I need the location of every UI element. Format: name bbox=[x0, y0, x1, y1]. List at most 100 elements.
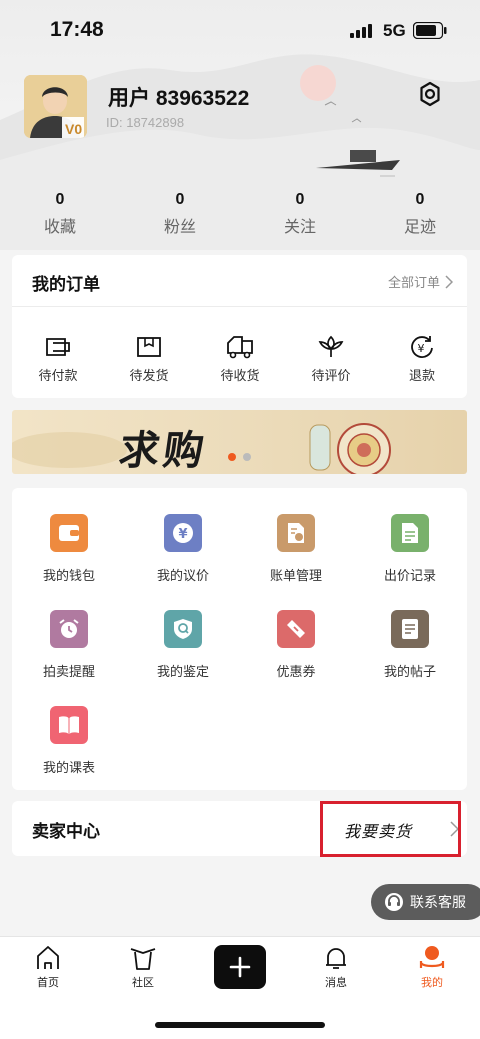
tab-label: 社区 bbox=[132, 976, 154, 989]
alarm-icon bbox=[59, 619, 79, 638]
username: 用户 83963522 bbox=[108, 87, 250, 110]
orders-header: 我的订单 全部订单 bbox=[12, 255, 467, 307]
service-label: 我的课表 bbox=[42, 761, 95, 776]
tab-home[interactable]: 首页 bbox=[18, 945, 78, 990]
service-my-appraisal[interactable]: 我的鉴定 bbox=[128, 610, 238, 680]
status-bar: 17:48 5G bbox=[0, 0, 480, 64]
order-label: 待收货 bbox=[220, 369, 260, 384]
book-icon bbox=[59, 716, 79, 734]
service-icon-bg bbox=[391, 610, 429, 648]
service-label: 账单管理 bbox=[269, 569, 322, 584]
banner-title: 求购 bbox=[116, 427, 211, 474]
order-label: 待付款 bbox=[38, 369, 78, 384]
stat-label: 粉丝 bbox=[163, 217, 196, 236]
order-pending-review[interactable]: 待评价 bbox=[295, 335, 367, 384]
stat-favorites[interactable]: 0 收藏 bbox=[20, 190, 100, 238]
order-label: 退款 bbox=[408, 369, 435, 384]
stat-label: 收藏 bbox=[43, 217, 76, 236]
flower-icon bbox=[318, 335, 344, 357]
order-pending-receipt[interactable]: 待收货 bbox=[204, 335, 276, 384]
chevron-right-icon bbox=[445, 274, 453, 289]
service-coupons[interactable]: 优惠券 bbox=[241, 610, 351, 680]
box-icon bbox=[137, 337, 161, 357]
home-icon bbox=[37, 946, 59, 969]
customer-service-button[interactable]: 联系客服 bbox=[371, 884, 480, 920]
service-icon-bg bbox=[391, 514, 429, 552]
status-time: 17:48 bbox=[50, 18, 104, 41]
stat-value: 0 bbox=[415, 191, 425, 208]
stat-fans[interactable]: 0 粉丝 bbox=[140, 190, 220, 238]
home-indicator bbox=[155, 1022, 325, 1028]
service-my-bargain[interactable]: ¥ 我的议价 bbox=[128, 514, 238, 584]
service-icon-bg bbox=[164, 610, 202, 648]
service-bill-management[interactable]: 账单管理 bbox=[241, 514, 351, 584]
service-label: 我的钱包 bbox=[42, 569, 95, 584]
stat-footprint[interactable]: 0 足迹 bbox=[380, 190, 460, 238]
promo-banner[interactable]: 求购 bbox=[12, 410, 467, 474]
stat-following[interactable]: 0 关注 bbox=[260, 190, 340, 238]
service-auction-reminder[interactable]: 拍卖提醒 bbox=[14, 610, 124, 680]
service-icon-bg: ¥ bbox=[164, 514, 202, 552]
services-card: 我的钱包 ¥ 我的议价 账单管理 出价记录 拍卖提醒 我的鉴定 优惠券 我的帖子… bbox=[12, 488, 467, 790]
service-bid-records[interactable]: 出价记录 bbox=[355, 514, 465, 584]
truck-icon bbox=[227, 336, 253, 359]
service-label: 我的议价 bbox=[156, 569, 209, 584]
publish-button[interactable] bbox=[214, 945, 266, 989]
tab-profile[interactable]: 我的 bbox=[402, 945, 462, 990]
service-my-wallet[interactable]: 我的钱包 bbox=[14, 514, 124, 584]
battery-icon bbox=[413, 22, 447, 39]
seller-center-title: 卖家中心 bbox=[32, 822, 100, 842]
bell-icon bbox=[326, 948, 346, 969]
network-label: 5G bbox=[383, 21, 406, 40]
tab-label: 消息 bbox=[325, 976, 347, 989]
order-pending-payment[interactable]: 待付款 bbox=[22, 335, 94, 384]
bill-icon bbox=[288, 523, 304, 543]
community-icon bbox=[130, 948, 156, 970]
service-my-schedule[interactable]: 我的课表 bbox=[14, 706, 124, 776]
service-label: 我的鉴定 bbox=[156, 665, 209, 680]
stat-label: 关注 bbox=[283, 217, 316, 236]
svg-text:¥: ¥ bbox=[179, 527, 188, 542]
service-label: 我的帖子 bbox=[383, 665, 436, 680]
customer-service-label: 联系客服 bbox=[410, 895, 466, 911]
plus-icon bbox=[229, 956, 251, 978]
orders-card: 我的订单 全部订单 待付款 待发货 待收货 待评价 ¥ 退款 bbox=[12, 255, 467, 398]
order-refund[interactable]: ¥ 退款 bbox=[386, 335, 458, 384]
all-orders-label: 全部订单 bbox=[387, 276, 440, 291]
user-id: ID: 18742898 bbox=[106, 115, 185, 130]
avatar-badge: V0 bbox=[65, 121, 82, 137]
service-label: 出价记录 bbox=[383, 569, 436, 584]
refund-icon: ¥ bbox=[411, 336, 433, 358]
service-icon-bg bbox=[50, 706, 88, 744]
document-icon bbox=[402, 523, 418, 543]
stat-value: 0 bbox=[295, 191, 305, 208]
gear-icon[interactable] bbox=[416, 80, 444, 108]
banner-art bbox=[12, 423, 391, 474]
shield-search-icon bbox=[174, 619, 192, 639]
tab-community[interactable]: 社区 bbox=[113, 945, 173, 990]
stat-value: 0 bbox=[175, 191, 185, 208]
orders-title: 我的订单 bbox=[32, 275, 100, 295]
avatar-image: V0 bbox=[24, 75, 87, 138]
wallet-icon bbox=[46, 338, 70, 356]
order-label: 待发货 bbox=[129, 369, 169, 384]
tab-messages[interactable]: 消息 bbox=[306, 945, 366, 990]
sell-goods-highlight bbox=[320, 801, 461, 857]
order-label: 待评价 bbox=[311, 369, 351, 384]
wallet-icon bbox=[59, 525, 79, 541]
carousel-dot-active[interactable] bbox=[228, 453, 236, 461]
stat-value: 0 bbox=[55, 191, 65, 208]
service-icon-bg bbox=[50, 514, 88, 552]
stat-label: 足迹 bbox=[403, 217, 436, 236]
all-orders-link[interactable]: 全部订单 bbox=[388, 272, 453, 291]
order-pending-shipment[interactable]: 待发货 bbox=[113, 335, 185, 384]
profile-icon bbox=[419, 946, 445, 968]
avatar[interactable]: V0 bbox=[24, 75, 87, 138]
carousel-dot[interactable] bbox=[243, 453, 251, 461]
stats-row: 0 收藏 0 粉丝 0 关注 0 足迹 bbox=[0, 190, 480, 240]
service-label: 优惠券 bbox=[276, 665, 316, 680]
service-my-posts[interactable]: 我的帖子 bbox=[355, 610, 465, 680]
service-icon-bg bbox=[277, 610, 315, 648]
signal-icon bbox=[350, 24, 372, 38]
svg-text:¥: ¥ bbox=[418, 342, 425, 355]
